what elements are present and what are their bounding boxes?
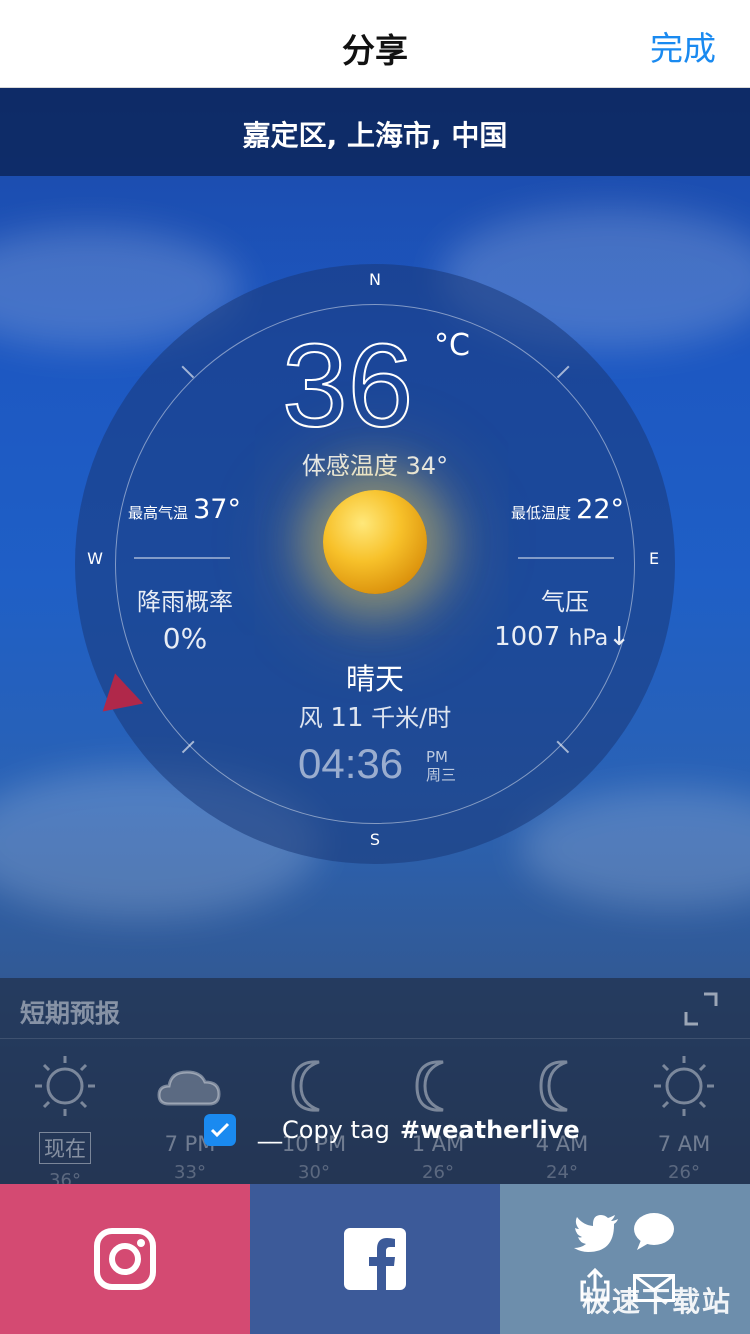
forecast-temp: 33° (174, 1162, 206, 1183)
forecast-temp: 24° (546, 1162, 578, 1183)
pressure-value: 1007 hPa↓ (450, 622, 630, 652)
wind-speed: 风 11 千米/时 (0, 698, 750, 733)
high-temperature-value: 37° (193, 494, 241, 525)
local-time: 04:36 (298, 740, 404, 787)
moon-icon (527, 1054, 597, 1118)
moon-icon (279, 1054, 349, 1118)
ampm-label: PM (426, 748, 448, 766)
forecast-temp: 26° (422, 1162, 454, 1183)
moon-icon (403, 1054, 473, 1118)
location-bar: 嘉定区, 上海市, 中国 (0, 88, 750, 176)
compass-south: S (369, 830, 381, 849)
navigation-bar: 分享 完成 (0, 0, 750, 88)
rain-chance-value: 0% (162, 622, 208, 655)
instagram-icon (94, 1228, 156, 1290)
location-label: 嘉定区, 上海市, 中国 (242, 119, 508, 152)
hashtag-label: #weatherlive (399, 1116, 580, 1144)
compass-east: E (648, 549, 660, 568)
compass-north: N (369, 270, 381, 289)
high-temperature: 最高气温 37° (128, 494, 241, 525)
copy-tag-label: __Copy tag (258, 1116, 390, 1144)
message-icon (634, 1213, 674, 1250)
sun-icon (30, 1054, 100, 1118)
pressure-label: 气压 (541, 588, 589, 616)
compass-west: W (87, 549, 103, 568)
temperature-unit: °C (434, 328, 470, 363)
wind-unit: 千米/时 (371, 704, 452, 732)
pressure-trend-icon: ↓ (608, 622, 630, 652)
facebook-icon (344, 1228, 406, 1290)
current-temperature: 36 (281, 319, 414, 453)
low-temperature: 最低温度 22° (511, 494, 624, 525)
instagram-share-button[interactable] (0, 1184, 250, 1334)
expand-icon[interactable] (684, 992, 718, 1026)
forecast-item: 7 AM 26° (629, 1054, 739, 1183)
high-temperature-label: 最高气温 (128, 504, 189, 522)
twitter-icon (574, 1215, 618, 1252)
cloud-decoration (520, 788, 750, 908)
forecast-title: 短期预报 (20, 999, 121, 1028)
pressure-unit: hPa (568, 626, 609, 651)
rain-chance-label: 降雨概率 (137, 588, 233, 616)
page-title: 分享 (342, 31, 408, 70)
short-term-forecast: 短期预报 现在 36° 7 PM 33° 10 PM 30° 1 AM 26° … (0, 978, 750, 1184)
checkmark-icon (210, 1122, 230, 1138)
facebook-share-button[interactable] (250, 1184, 500, 1334)
done-button[interactable]: 完成 (650, 22, 716, 70)
pressure-number: 1007 (494, 622, 561, 652)
low-temperature-value: 22° (576, 494, 624, 525)
cloudy-icon (155, 1054, 225, 1118)
forecast-time: 现在 (39, 1132, 91, 1164)
feels-like-temperature: 体感温度 34° (301, 452, 449, 480)
sun-icon (649, 1054, 719, 1118)
wind-value: 11 (330, 703, 364, 733)
forecast-time: 7 AM (657, 1132, 711, 1156)
weather-card: 嘉定区, 上海市, 中国 N S W E 36 °C 体感温度 34° 最高气温… (0, 88, 750, 1184)
weekday-label: 周三 (426, 766, 457, 784)
watermark: 极速下载站 (581, 1285, 732, 1318)
divider (0, 1038, 750, 1039)
forecast-temp: 30° (298, 1162, 330, 1183)
forecast-temp: 36° (49, 1170, 81, 1184)
time-meta: PM 周三 (426, 748, 456, 784)
copy-tag-checkbox[interactable] (204, 1114, 236, 1146)
weather-condition: 晴天 (345, 662, 404, 696)
copy-tag-option[interactable]: __Copy tag #weatherlive (204, 1110, 580, 1150)
wind-label: 风 (298, 704, 323, 732)
forecast-item: 现在 36° (10, 1054, 120, 1184)
low-temperature-label: 最低温度 (511, 504, 572, 522)
forecast-temp: 26° (668, 1162, 700, 1183)
divider (134, 557, 230, 559)
divider (518, 557, 614, 559)
share-bar: 极速下载站 (0, 1184, 750, 1334)
sun-icon (323, 490, 427, 594)
